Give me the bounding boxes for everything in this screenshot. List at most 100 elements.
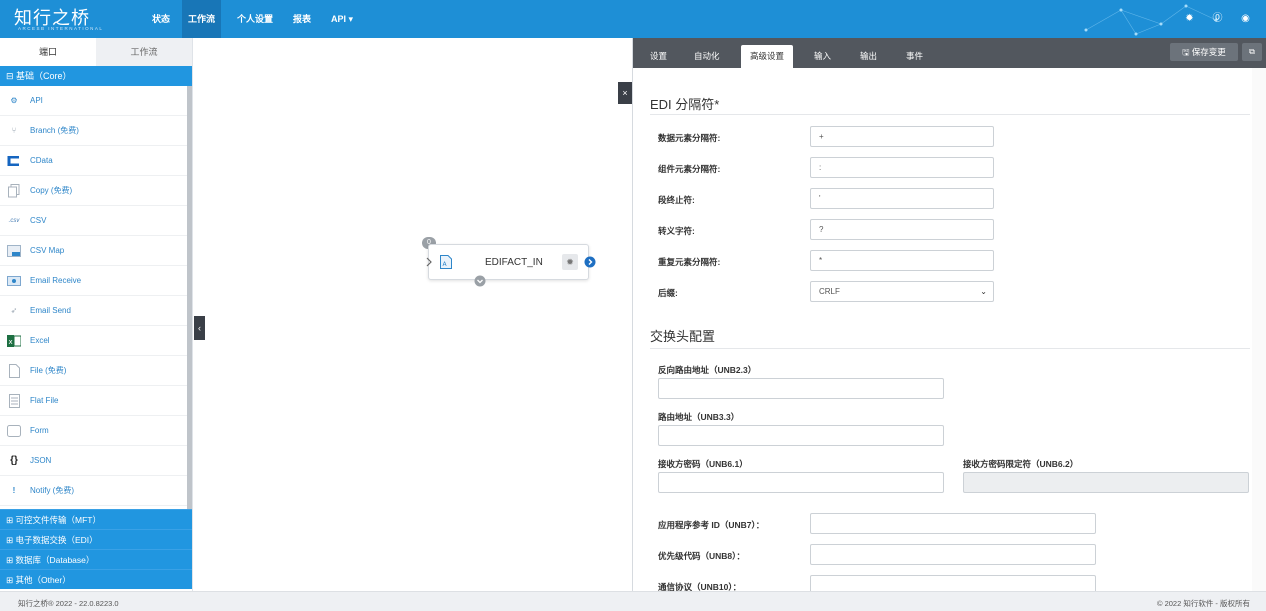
communication-protocol-input[interactable] xyxy=(810,575,1096,591)
connector-palette: 端口 工作流 ⊟ 基础（Core） ⚙ API ⑂ Branch (免费) CD… xyxy=(0,38,193,591)
nav-reports[interactable]: 报表 xyxy=(287,0,317,38)
component-element-separator-input[interactable]: : xyxy=(810,157,994,178)
nav-workflow[interactable]: 工作流 xyxy=(182,0,222,38)
workflow-node-edifact-in[interactable]: A EDIFACT_IN ✹ xyxy=(425,244,596,287)
connector-item-csv-map[interactable]: CSV Map xyxy=(0,236,187,266)
connector-item-json[interactable]: {} JSON xyxy=(0,446,187,476)
connector-item-form[interactable]: Form xyxy=(0,416,187,446)
section-divider xyxy=(650,348,1250,349)
node-label: EDIFACT_IN xyxy=(485,257,543,268)
suffix-select[interactable]: CRLF ⌄ xyxy=(810,281,994,302)
tab-advanced-settings[interactable]: 高级设置 xyxy=(741,45,794,68)
repetition-separator-input[interactable]: * xyxy=(810,250,994,271)
csv-icon: .csv xyxy=(8,217,20,224)
connector-item-branch[interactable]: ⑂ Branch (免费) xyxy=(0,116,187,146)
user-icon[interactable]: ◉ xyxy=(1239,12,1252,25)
priority-code-input[interactable] xyxy=(810,544,1096,565)
routing-address-input[interactable] xyxy=(658,425,944,446)
suffix-selected-value: CRLF xyxy=(819,287,840,296)
connector-label: Form xyxy=(30,426,49,435)
help-icon[interactable]: ⓪ xyxy=(1211,12,1224,25)
connector-item-email-send[interactable]: ➶ Email Send xyxy=(0,296,187,326)
connector-item-api[interactable]: ⚙ API xyxy=(0,86,187,116)
interchange-header-title: 交换头配置 xyxy=(650,329,716,344)
file-icon xyxy=(6,363,22,378)
branch-icon: ⑂ xyxy=(11,126,17,135)
json-icon: {} xyxy=(10,455,18,466)
email-send-icon: ➶ xyxy=(10,306,18,315)
network-decoration xyxy=(1084,4,1218,36)
notify-icon: ! xyxy=(12,486,16,495)
connector-label: CSV Map xyxy=(30,246,65,255)
reverse-routing-address-label: 反向路由地址（UNB2.3） xyxy=(658,365,757,375)
properties-scrollbar[interactable] xyxy=(1252,68,1266,591)
input-port-icon[interactable] xyxy=(425,257,433,267)
close-right-panel-button[interactable]: × xyxy=(618,82,632,104)
component-element-separator-label: 组件元素分隔符: xyxy=(658,164,721,174)
top-navigation-bar: 知行之桥 ARCESB INTERNATIONAL 状态 工作流 个人设置 报表… xyxy=(0,0,1266,38)
data-element-separator-input[interactable]: + xyxy=(810,126,994,147)
connector-item-excel[interactable]: x Excel xyxy=(0,326,187,356)
category-database[interactable]: ⊞ 数据库（Database） xyxy=(0,549,192,569)
nav-api[interactable]: API ▾ xyxy=(325,0,359,38)
node-expand-chevron-icon[interactable] xyxy=(474,275,486,287)
category-mft[interactable]: ⊞ 可控文件传输（MFT） xyxy=(0,509,192,529)
tab-events[interactable]: 事件 xyxy=(897,45,932,68)
application-reference-input[interactable] xyxy=(810,513,1096,534)
recipient-password-qualifier-input xyxy=(963,472,1249,493)
workflow-canvas[interactable] xyxy=(193,38,632,591)
connector-item-flat-file[interactable]: Flat File xyxy=(0,386,187,416)
connector-item-email-receive[interactable]: Email Receive xyxy=(0,266,187,296)
connector-label: Flat File xyxy=(30,396,59,405)
version-text: 知行之桥® 2022 - 22.0.8223.0 xyxy=(18,599,119,608)
connector-item-file[interactable]: File (免费) xyxy=(0,356,187,386)
connector-item-cdata[interactable]: CData xyxy=(0,146,187,176)
escape-character-label: 转义字符: xyxy=(658,226,695,236)
tab-input[interactable]: 输入 xyxy=(805,45,840,68)
connector-label: Notify (免费) xyxy=(30,486,74,495)
category-edi[interactable]: ⊞ 电子数据交换（EDI） xyxy=(0,529,192,549)
chevron-down-icon: ⌄ xyxy=(980,287,987,296)
tab-workflows[interactable]: 工作流 xyxy=(96,38,192,66)
open-external-icon[interactable]: ⧉ xyxy=(1242,43,1262,61)
gear-icon[interactable]: ✹ xyxy=(1183,12,1196,25)
form-icon xyxy=(6,424,22,438)
escape-character-input[interactable]: ? xyxy=(810,219,994,240)
reverse-routing-address-input[interactable] xyxy=(658,378,944,399)
save-changes-button[interactable]: 🖫 保存变更 xyxy=(1170,43,1238,61)
category-core[interactable]: ⊟ 基础（Core） xyxy=(0,66,192,86)
application-reference-label: 应用程序参考 ID（UNB7）： xyxy=(658,520,765,530)
connector-item-csv[interactable]: .csv CSV xyxy=(0,206,187,236)
recipient-password-input[interactable] xyxy=(658,472,944,493)
copyright-text: © 2022 知行软件 - 版权所有 xyxy=(1156,599,1250,608)
logo[interactable]: 知行之桥 ARCESB INTERNATIONAL xyxy=(14,4,124,34)
tab-output[interactable]: 输出 xyxy=(851,45,886,68)
collapse-left-panel-button[interactable]: ‹ xyxy=(194,316,205,340)
tab-automation[interactable]: 自动化 xyxy=(685,45,729,68)
connector-label: JSON xyxy=(30,456,52,465)
nav-profile[interactable]: 个人设置 xyxy=(231,0,279,38)
edi-separators-title: EDI 分隔符* xyxy=(650,97,720,112)
cdata-icon xyxy=(6,154,22,168)
section-divider xyxy=(650,114,1250,115)
segment-terminator-input[interactable]: ' xyxy=(810,188,994,209)
connector-list[interactable]: ⚙ API ⑂ Branch (免费) CData Copy (免费) .csv… xyxy=(0,86,192,509)
category-other[interactable]: ⊞ 其他（Other） xyxy=(0,569,192,589)
connector-label: API xyxy=(30,96,43,105)
recipient-password-qualifier-label: 接收方密码限定符（UNB6.2） xyxy=(963,459,1079,469)
footer: 知行之桥® 2022 - 22.0.8223.0 © 2022 知行软件 - 版… xyxy=(0,591,1266,611)
properties-panel: 设置 自动化 高级设置 输入 输出 事件 🖫 保存变更 ⧉ EDI 分隔符* 数… xyxy=(632,38,1266,591)
connector-item-notify[interactable]: ! Notify (免费) xyxy=(0,476,187,506)
connector-label: CData xyxy=(30,156,53,165)
communication-protocol-label: 通信协议（UNB10）： xyxy=(658,582,742,591)
connector-label: Email Receive xyxy=(30,276,82,285)
tab-settings[interactable]: 设置 xyxy=(641,45,676,68)
output-port-icon[interactable] xyxy=(584,256,596,268)
tab-ports[interactable]: 端口 xyxy=(0,38,96,66)
node-settings-gear-icon[interactable]: ✹ xyxy=(562,254,578,270)
nav-status[interactable]: 状态 xyxy=(146,0,176,38)
connector-item-copy[interactable]: Copy (免费) xyxy=(0,176,187,206)
flat-file-icon xyxy=(6,393,22,408)
routing-address-label: 路由地址（UNB3.3） xyxy=(658,412,740,422)
connector-label: Excel xyxy=(30,336,50,345)
